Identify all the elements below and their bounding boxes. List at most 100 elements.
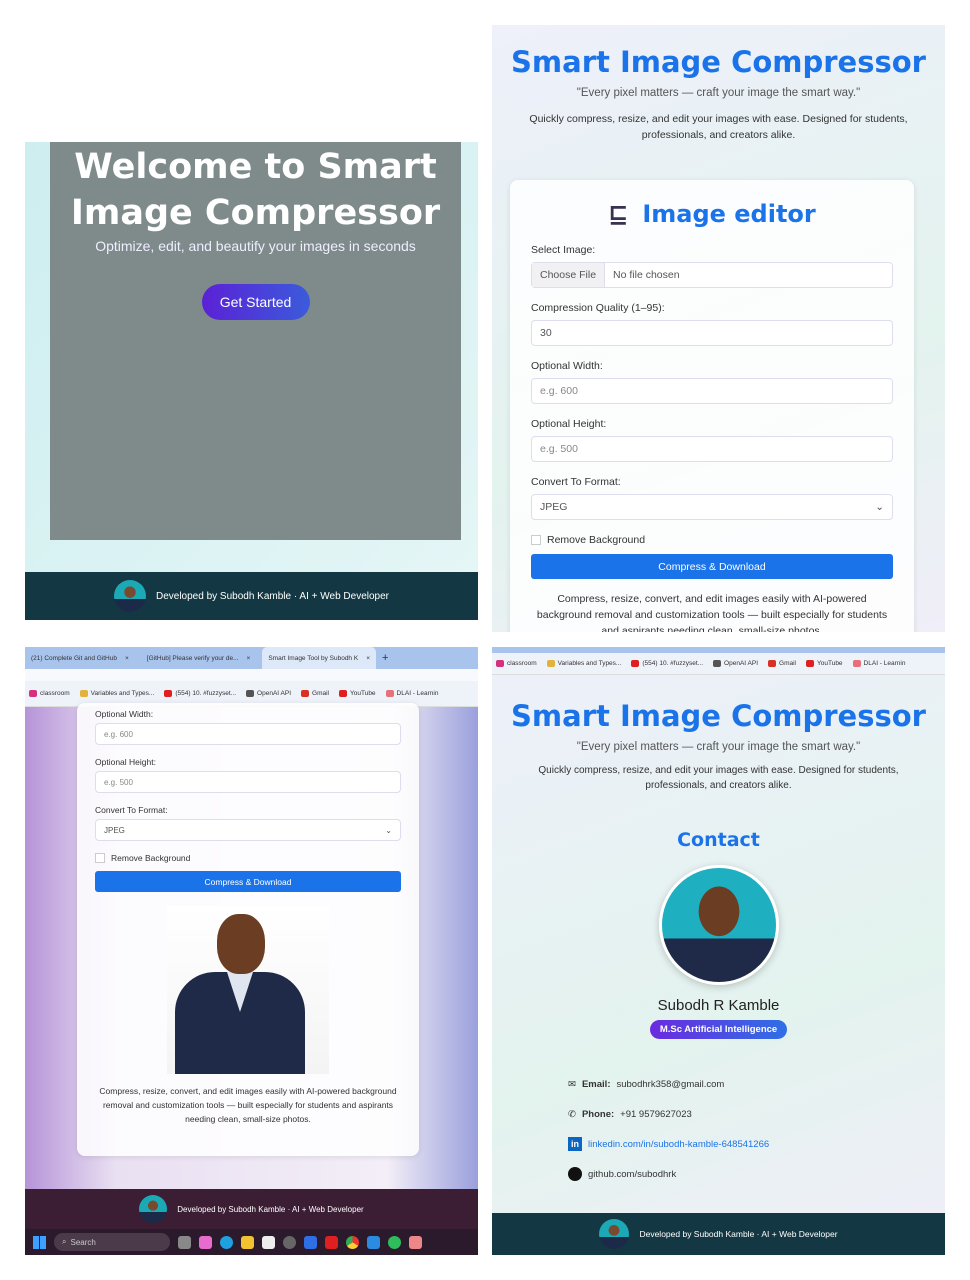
taskbar: ⌕ Search (25, 1229, 478, 1255)
github-link[interactable]: github.com/subodhrk (588, 1169, 676, 1180)
chrome-icon[interactable] (346, 1235, 359, 1249)
store-icon[interactable] (262, 1235, 275, 1249)
editor-heading-text: Image editor (642, 200, 816, 228)
height-label: Optional Height: (95, 757, 156, 767)
compress-download-button[interactable]: Compress & Download (531, 554, 893, 579)
bookmark-icon (246, 690, 255, 697)
close-icon[interactable]: × (125, 655, 129, 662)
app-icon[interactable] (304, 1235, 317, 1249)
select-image-label: Select Image: (531, 244, 596, 256)
app-icon[interactable] (409, 1235, 422, 1249)
developer-avatar (113, 580, 146, 612)
bookmark-item[interactable]: Variables and Types... (546, 660, 622, 667)
width-label: Optional Width: (95, 709, 154, 719)
bookmark-icon (29, 690, 37, 697)
file-input[interactable]: Choose File No file chosen (531, 262, 893, 288)
bookmark-label: Variables and Types... (557, 660, 622, 667)
linkedin-row: in linkedin.com/in/subodh-kamble-64854126… (568, 1129, 769, 1159)
bookmark-item[interactable]: classroom (29, 690, 70, 697)
bookmarks-bar: classroom Variables and Types... (554) 10.… (492, 647, 945, 675)
browser-tab-active[interactable]: Smart Image Tool by Subodh K × (262, 647, 376, 669)
browser-tab[interactable]: [GitHub] Please verify your de... × (141, 649, 257, 667)
format-value: JPEG (540, 501, 568, 513)
app-quote: "Every pixel matters — craft your image … (576, 87, 861, 99)
welcome-screen: Welcome to Smart Image Compressor Optimi… (25, 142, 478, 620)
app-description: Quickly compress, resize, and edit your … (538, 765, 899, 791)
phone-icon: ✆ (568, 1108, 576, 1120)
format-value: JPEG (104, 825, 125, 835)
new-tab-button[interactable]: + (382, 652, 388, 664)
bookmark-item[interactable]: YouTube (339, 690, 376, 697)
bookmark-item[interactable]: (554) 10. #fuzzyset... (631, 660, 703, 667)
app-quote: "Every pixel matters — craft your image … (576, 741, 861, 753)
width-input[interactable]: e.g. 600 (531, 378, 893, 404)
chevron-down-icon: ⌄ (875, 501, 884, 513)
tab-title: [GitHub] Please verify your de... (146, 654, 239, 662)
bookmark-item[interactable]: YouTube (806, 660, 843, 667)
choose-file-button[interactable]: Choose File (532, 263, 606, 287)
linkedin-link[interactable]: linkedin.com/in/subodh-kamble-648541266 (588, 1139, 769, 1150)
footer: Developed by Subodh Kamble · AI + Web De… (25, 572, 478, 620)
height-input[interactable]: e.g. 500 (95, 771, 401, 793)
format-select[interactable]: JPEG ⌄ (531, 494, 893, 520)
bookmark-icon (301, 690, 310, 697)
phone-label: Phone: (581, 1108, 615, 1120)
bookmark-item[interactable]: Variables and Types... (79, 690, 154, 697)
chevron-down-icon: ⌄ (385, 825, 392, 835)
remove-background-checkbox[interactable]: Remove Background (95, 853, 401, 863)
quality-label: Compression Quality (1–95): (531, 302, 665, 314)
bookmark-label: DLAI - Learnin (863, 660, 906, 667)
github-icon (568, 1167, 582, 1181)
phone-value: +91 9579627023 (620, 1108, 692, 1120)
edge-icon[interactable] (220, 1235, 233, 1249)
youtube-icon[interactable] (325, 1235, 338, 1249)
whatsapp-icon[interactable] (388, 1235, 401, 1249)
remove-background-label: Remove Background (547, 534, 646, 546)
task-view-icon[interactable] (178, 1235, 191, 1249)
footer: Developed by Subodh Kamble · AI + Web De… (492, 1213, 945, 1255)
email-value[interactable]: subodhrk358@gmail.com (616, 1079, 724, 1090)
bookmark-item[interactable]: OpenAI API (713, 660, 758, 667)
copilot-icon[interactable] (199, 1235, 212, 1249)
windows-start-icon[interactable] (33, 1235, 46, 1249)
editor-screen: Smart Image Compressor "Every pixel matt… (492, 25, 945, 632)
hero: Welcome to Smart Image Compressor Optimi… (50, 142, 461, 540)
compress-download-button[interactable]: Compress & Download (95, 871, 401, 892)
bookmark-icon (852, 660, 861, 667)
taskbar-search[interactable]: ⌕ Search (54, 1233, 170, 1251)
tab-title: (21) Complete Git and GitHub (31, 654, 117, 662)
app-icon[interactable] (283, 1235, 296, 1249)
height-input[interactable]: e.g. 500 (531, 436, 893, 462)
bookmark-item[interactable]: DLAI - Learnin (385, 690, 438, 697)
bookmark-item[interactable]: OpenAI API (246, 690, 291, 697)
bookmark-label: (554) 10. #fuzzyset... (175, 690, 237, 697)
editor-note: Compress, resize, convert, and edit imag… (99, 1086, 397, 1124)
bookmark-item[interactable]: Gmail (768, 660, 796, 667)
email-row: ✉ Email: subodhrk358@gmail.com (568, 1069, 769, 1099)
quality-input[interactable]: 30 (531, 320, 893, 346)
phone-row: ✆ Phone: +91 9579627023 (568, 1099, 769, 1129)
width-input[interactable]: e.g. 600 (95, 723, 401, 745)
address-bar[interactable] (25, 669, 478, 681)
file-explorer-icon[interactable] (241, 1235, 254, 1249)
remove-background-checkbox[interactable]: Remove Background (531, 534, 893, 546)
close-icon[interactable]: × (247, 655, 251, 662)
bookmark-item[interactable]: classroom (496, 660, 537, 667)
get-started-button[interactable]: Get Started (201, 284, 310, 320)
browser-editor-screen: (21) Complete Git and GitHub × [GitHub] P… (25, 647, 478, 1255)
bookmark-item[interactable]: DLAI - Learnin (852, 660, 906, 667)
bookmark-icon (496, 660, 504, 667)
bookmark-icon (385, 690, 394, 697)
close-icon[interactable]: × (366, 655, 370, 662)
browser-tab[interactable]: (21) Complete Git and GitHub × (25, 649, 135, 667)
vscode-icon[interactable] (367, 1235, 380, 1249)
bookmark-icon (768, 660, 777, 667)
bookmark-label: YouTube (350, 690, 376, 697)
checkbox-icon (531, 535, 541, 545)
bookmark-item[interactable]: Gmail (301, 690, 329, 697)
contact-screen: classroom Variables and Types... (554) 10.… (492, 647, 945, 1255)
bookmark-item[interactable]: (554) 10. #fuzzyset... (164, 690, 236, 697)
processed-photo-preview (167, 906, 329, 1074)
format-select[interactable]: JPEG ⌄ (95, 819, 401, 841)
footer-text: Developed by Subodh Kamble · AI + Web De… (155, 590, 389, 602)
